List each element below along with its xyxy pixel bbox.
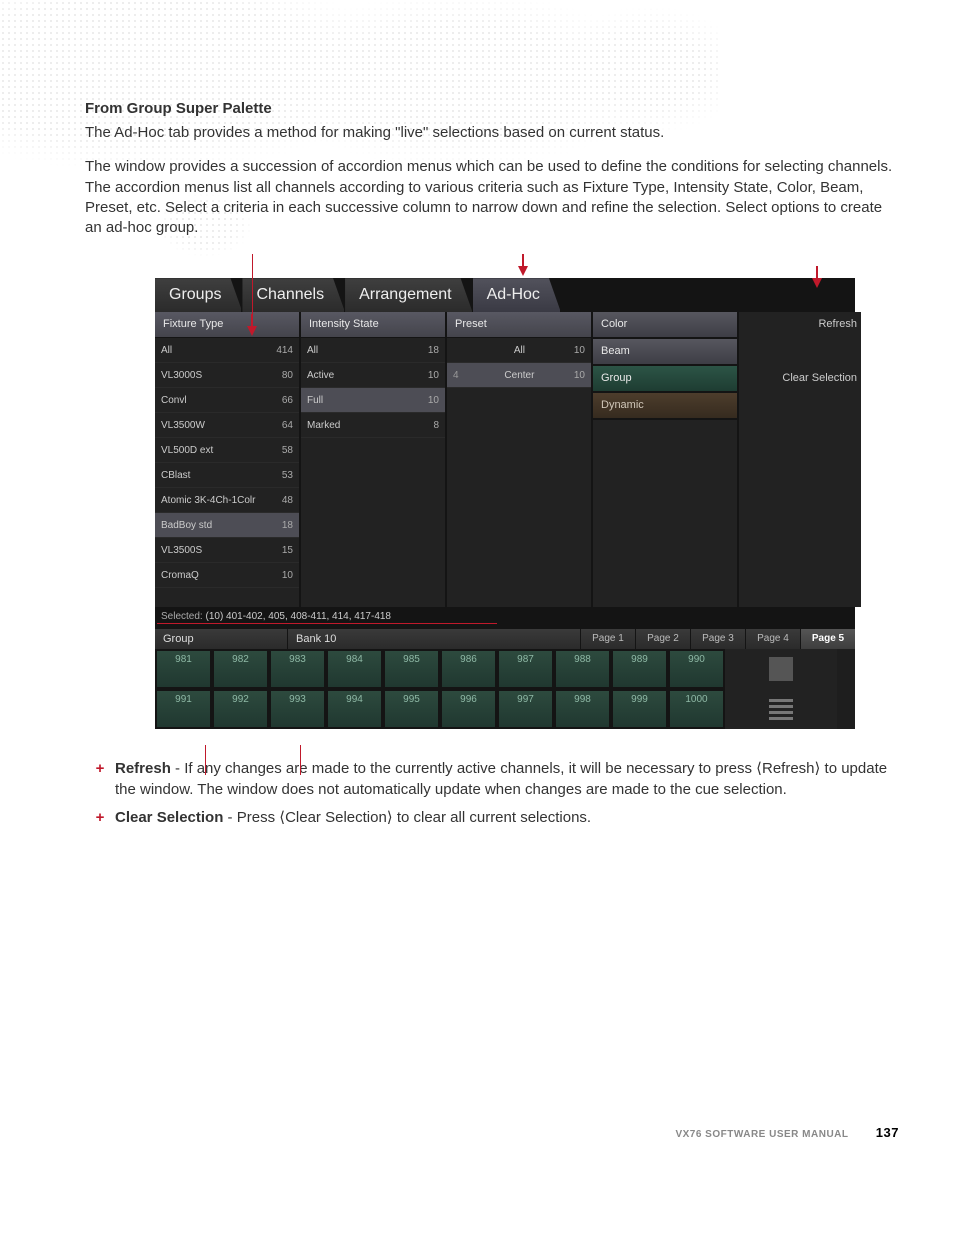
group-chip[interactable]: 999 bbox=[611, 689, 668, 729]
category-color[interactable]: Color bbox=[593, 312, 737, 339]
bullet-list: + Refresh - If any changes are made to t… bbox=[85, 759, 899, 828]
refresh-button[interactable]: Refresh bbox=[739, 312, 861, 338]
selected-status: Selected: (10) 401-402, 405, 408-411, 41… bbox=[155, 607, 855, 629]
page-button[interactable]: Page 1 bbox=[580, 629, 635, 649]
list-item[interactable]: CBlast53 bbox=[155, 463, 299, 488]
group-chip[interactable]: 992 bbox=[212, 689, 269, 729]
intro-paragraph-2: The window provides a succession of acco… bbox=[85, 157, 899, 238]
group-chip[interactable]: 989 bbox=[611, 649, 668, 689]
view-mode-grid-icon[interactable] bbox=[725, 649, 837, 689]
bank-header: Group Bank 10 Page 1Page 2Page 3Page 4Pa… bbox=[155, 629, 855, 649]
list-item[interactable]: CromaQ10 bbox=[155, 563, 299, 588]
list-item[interactable]: All18 bbox=[301, 338, 445, 363]
group-chip[interactable]: 987 bbox=[497, 649, 554, 689]
page-button[interactable]: Page 3 bbox=[690, 629, 745, 649]
list-item[interactable]: Full10 bbox=[301, 388, 445, 413]
list-item[interactable]: BadBoy std18 bbox=[155, 513, 299, 538]
list-item[interactable]: VL500D ext58 bbox=[155, 438, 299, 463]
group-chip[interactable]: 991 bbox=[155, 689, 212, 729]
arrow-down-icon bbox=[811, 266, 823, 288]
list-item[interactable]: All414 bbox=[155, 338, 299, 363]
group-chip[interactable]: 997 bbox=[497, 689, 554, 729]
group-chip[interactable]: 993 bbox=[269, 689, 326, 729]
list-item[interactable]: Atomic 3K-4Ch-1Colr48 bbox=[155, 488, 299, 513]
column-preset: Preset All104Center10 bbox=[447, 312, 593, 607]
app-screenshot: Groups Channels Arrangement Ad-Hoc Fixtu… bbox=[155, 278, 855, 729]
callout-underline bbox=[157, 623, 497, 624]
group-chip[interactable]: 983 bbox=[269, 649, 326, 689]
page-footer: VX76 SOFTWARE USER MANUAL 137 bbox=[675, 1125, 899, 1140]
list-item[interactable]: Convl66 bbox=[155, 388, 299, 413]
plus-icon: + bbox=[85, 759, 115, 800]
page-button[interactable]: Page 4 bbox=[745, 629, 800, 649]
group-chip[interactable]: 990 bbox=[668, 649, 725, 689]
page-button[interactable]: Page 2 bbox=[635, 629, 690, 649]
bank-number-label[interactable]: Bank 10 bbox=[288, 629, 474, 649]
category-dynamic[interactable]: Dynamic bbox=[593, 393, 737, 420]
list-item[interactable]: VL3500S15 bbox=[155, 538, 299, 563]
tab-arrangement[interactable]: Arrangement bbox=[345, 278, 473, 312]
list-item[interactable]: Marked8 bbox=[301, 413, 445, 438]
list-item[interactable]: 4Center10 bbox=[447, 363, 591, 388]
column-categories: Color Beam Group Dynamic bbox=[593, 312, 739, 607]
arrow-down-icon bbox=[246, 314, 258, 336]
group-chip[interactable]: 981 bbox=[155, 649, 212, 689]
column-header[interactable]: Preset bbox=[447, 312, 591, 338]
clear-selection-button[interactable]: Clear Selection bbox=[739, 366, 861, 392]
bullet-item: + Clear Selection - Press ⟨Clear Selecti… bbox=[85, 808, 899, 828]
group-chip[interactable]: 996 bbox=[440, 689, 497, 729]
column-header[interactable]: Intensity State bbox=[301, 312, 445, 338]
column-intensity-state: Intensity State All18Active10Full10Marke… bbox=[301, 312, 447, 607]
group-chip[interactable]: 986 bbox=[440, 649, 497, 689]
list-item[interactable]: All10 bbox=[447, 338, 591, 363]
group-chip[interactable]: 984 bbox=[326, 649, 383, 689]
group-chip[interactable]: 988 bbox=[554, 649, 611, 689]
list-item[interactable]: VL3000S80 bbox=[155, 363, 299, 388]
plus-icon: + bbox=[85, 808, 115, 828]
list-item[interactable]: VL3500W64 bbox=[155, 413, 299, 438]
group-chip[interactable]: 985 bbox=[383, 649, 440, 689]
page-button[interactable]: Page 5 bbox=[800, 629, 855, 649]
bullet-item: + Refresh - If any changes are made to t… bbox=[85, 759, 899, 800]
side-commands: Refresh Clear Selection bbox=[739, 312, 861, 607]
category-group[interactable]: Group bbox=[593, 366, 737, 393]
callout-line bbox=[205, 745, 206, 775]
column-header[interactable]: Fixture Type bbox=[155, 312, 299, 338]
group-chip[interactable]: 982 bbox=[212, 649, 269, 689]
group-chip[interactable]: 1000 bbox=[668, 689, 725, 729]
tab-groups[interactable]: Groups bbox=[155, 278, 242, 312]
view-mode-list-icon[interactable] bbox=[725, 689, 837, 729]
group-chip[interactable]: 994 bbox=[326, 689, 383, 729]
list-item[interactable]: Active10 bbox=[301, 363, 445, 388]
bank-group-label[interactable]: Group bbox=[155, 629, 288, 649]
tab-channels[interactable]: Channels bbox=[242, 278, 345, 312]
callout-line bbox=[300, 745, 301, 775]
arrow-down-icon bbox=[517, 254, 529, 276]
callout-line bbox=[252, 254, 253, 314]
column-fixture-type: Fixture Type All414VL3000S80Convl66VL350… bbox=[155, 312, 301, 607]
tab-adhoc[interactable]: Ad-Hoc bbox=[473, 278, 561, 312]
section-heading: From Group Super Palette bbox=[85, 100, 899, 117]
tab-bar: Groups Channels Arrangement Ad-Hoc bbox=[155, 278, 855, 312]
group-chip[interactable]: 995 bbox=[383, 689, 440, 729]
group-chip[interactable]: 998 bbox=[554, 689, 611, 729]
category-beam[interactable]: Beam bbox=[593, 339, 737, 366]
intro-paragraph-1: The Ad-Hoc tab provides a method for mak… bbox=[85, 123, 899, 143]
